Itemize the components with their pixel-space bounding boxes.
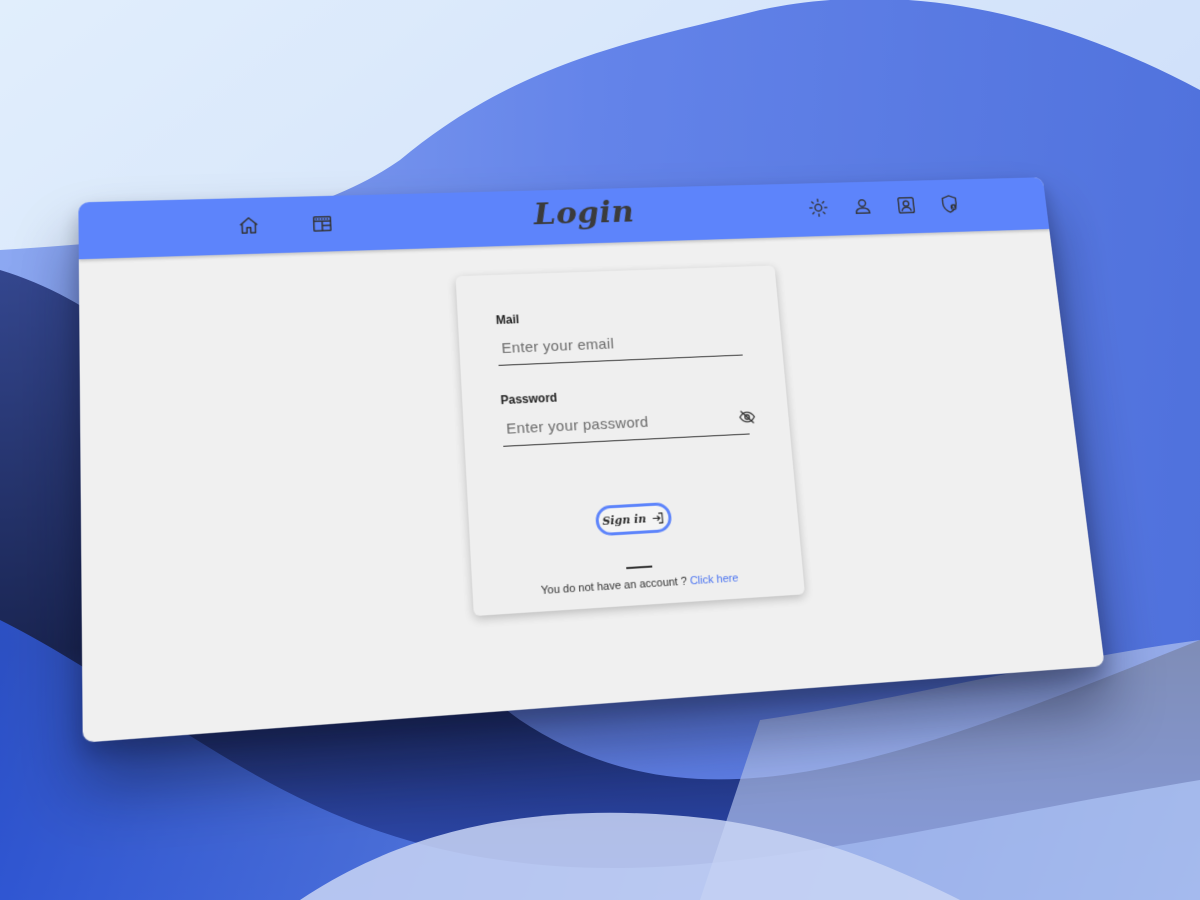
shield-user-icon[interactable] [936, 192, 962, 216]
app-window: Login Mail Enter your email Password Sig… [78, 177, 1105, 743]
password-label: Password [500, 390, 558, 408]
sign-in-button[interactable]: Sign in [594, 501, 673, 537]
stage: Login Mail Enter your email Password Sig… [0, 0, 1200, 900]
signup-text: You do not have an account ? [540, 575, 691, 598]
password-input[interactable] [501, 407, 750, 447]
mail-field: Mail [495, 304, 761, 366]
sign-in-arrow-icon [651, 511, 665, 525]
sun-icon[interactable] [805, 196, 831, 220]
login-card: Mail Password Sign in [455, 265, 805, 617]
divider [626, 565, 653, 569]
mail-label: Mail [495, 312, 520, 327]
signup-prompt: You do not have an account ? Click here [472, 568, 803, 601]
contact-icon[interactable] [893, 193, 919, 217]
email-input[interactable] [496, 328, 743, 366]
password-field: Password [500, 381, 769, 447]
sign-in-label: Sign in [601, 511, 647, 528]
header-nav-right [805, 192, 962, 220]
eye-off-icon[interactable] [738, 408, 759, 428]
header-bar: Login [78, 177, 1050, 260]
user-icon[interactable] [849, 194, 875, 218]
signup-link[interactable]: Click here [690, 572, 739, 587]
